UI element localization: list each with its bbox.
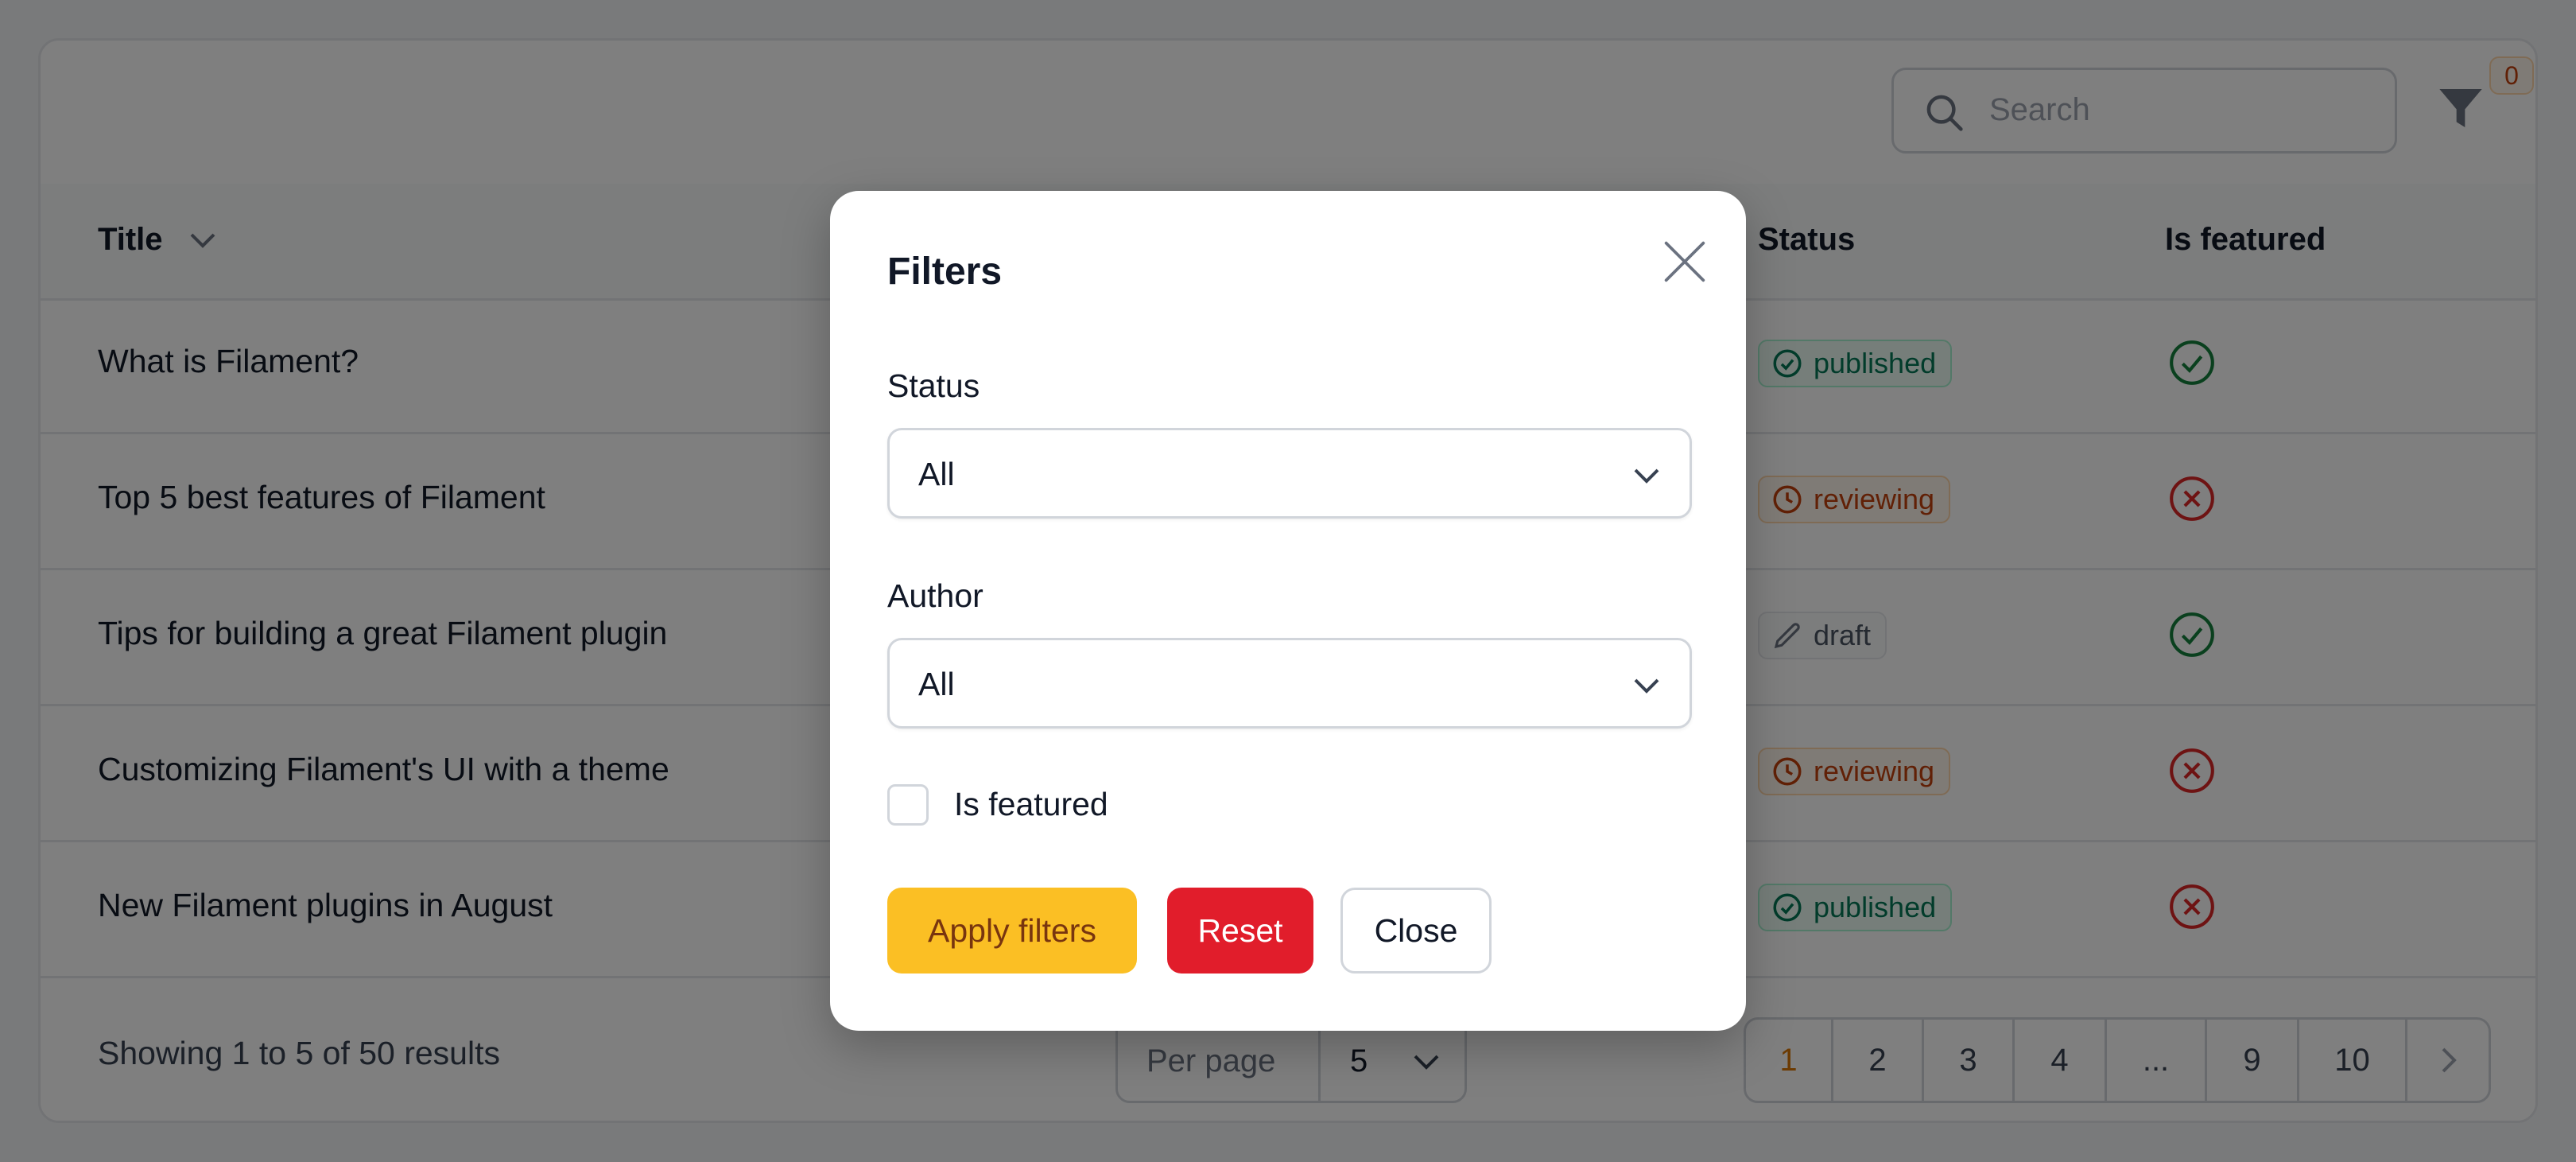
apply-filters-button[interactable]: Apply filters: [887, 888, 1137, 974]
author-filter-label: Author: [887, 577, 983, 614]
is-featured-checkbox[interactable]: [887, 784, 929, 826]
status-filter-select[interactable]: All: [887, 428, 1692, 519]
chevron-down-icon: [1634, 678, 1659, 694]
chevron-down-icon: [1634, 468, 1659, 484]
author-filter-select[interactable]: All: [887, 638, 1692, 729]
close-button[interactable]: Close: [1340, 888, 1492, 974]
status-filter-value: All: [918, 456, 955, 492]
is-featured-label[interactable]: Is featured: [954, 786, 1108, 823]
filters-modal: Filters Status All Author All Is feature…: [830, 191, 1746, 1031]
status-filter-label: Status: [887, 367, 980, 404]
close-icon[interactable]: [1657, 234, 1713, 290]
reset-button[interactable]: Reset: [1167, 888, 1313, 974]
author-filter-value: All: [918, 666, 955, 702]
modal-title: Filters: [887, 251, 1003, 293]
